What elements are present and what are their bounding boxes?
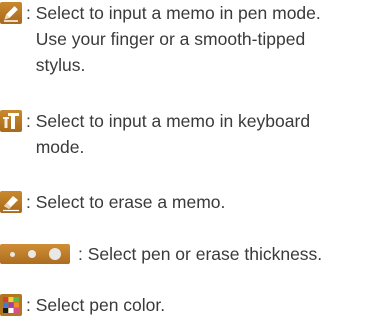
thickness-colon: : — [78, 244, 88, 264]
pen-color-item: : Select pen color. — [0, 292, 391, 318]
eraser-colon: : — [26, 192, 36, 212]
pen-icon — [0, 0, 22, 24]
pen-color-description: Select pen color. — [36, 292, 391, 318]
description-line: Select pen color. — [35, 295, 166, 315]
pen-mode-description: Select to input a memo in pen mode. Use … — [36, 0, 391, 78]
keyboard-mode-colon: : — [26, 111, 36, 131]
description-line: Select pen or erase thickness. — [87, 244, 323, 264]
eraser-item: : Select to erase a memo. — [0, 189, 391, 215]
pen-mode-item: : Select to input a memo in pen mode. Us… — [0, 0, 391, 78]
eraser-icon — [0, 189, 22, 213]
thickness-item: : Select pen or erase thickness. — [0, 241, 391, 267]
keyboard-mode-item: : Select to input a memo in keyboard mod… — [0, 108, 391, 160]
thickness-description: Select pen or erase thickness. — [88, 241, 391, 267]
pen-mode-colon: : — [26, 3, 36, 23]
description-line: Use your finger or a smooth-tipped — [35, 29, 306, 49]
keyboard-mode-description: Select to input a memo in keyboard mode. — [36, 108, 391, 160]
thickness-icon — [0, 241, 70, 264]
description-line: Select to erase a memo. — [35, 192, 226, 212]
description-line: stylus. — [35, 55, 86, 75]
keyboard-text-icon — [0, 108, 22, 132]
pen-color-colon: : — [26, 295, 36, 315]
color-palette-icon — [0, 292, 22, 316]
description-line: Select to input a memo in pen mode. — [35, 3, 321, 23]
description-line: mode. — [35, 137, 85, 157]
description-line: Select to input a memo in keyboard — [35, 111, 311, 131]
eraser-description: Select to erase a memo. — [36, 189, 391, 215]
